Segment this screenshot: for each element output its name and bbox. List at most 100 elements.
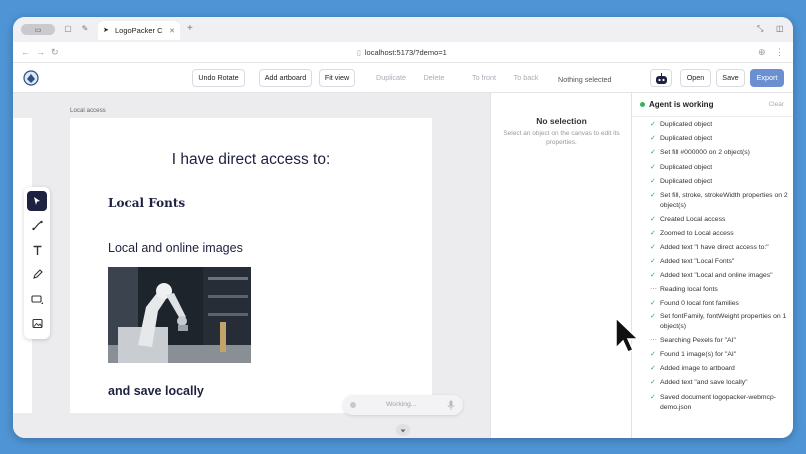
mouse-pointer-icon [615, 316, 640, 353]
reload-icon[interactable]: ↻ [51, 47, 59, 58]
undo-button[interactable]: Undo Rotate [192, 69, 245, 87]
text-icon [33, 245, 41, 255]
pen-tool[interactable] [27, 264, 47, 284]
robot-icon [655, 72, 667, 84]
image-icon [31, 318, 43, 328]
check-icon: ✓ [650, 244, 656, 251]
logopacker-logo-icon [23, 70, 39, 86]
microphone-icon[interactable] [447, 400, 455, 410]
export-button[interactable]: Export [750, 69, 784, 87]
close-tab-icon[interactable]: ✕ [169, 27, 175, 35]
select-tool[interactable] [27, 191, 47, 211]
agent-log-item: ✓ Found 1 image(s) for "AI" [650, 350, 788, 360]
check-icon: ✓ [650, 365, 656, 372]
pen-icon [32, 268, 43, 279]
scroll-down-button[interactable] [396, 424, 410, 436]
save-button[interactable]: Save [716, 69, 745, 87]
check-icon: ✓ [650, 149, 656, 156]
tab-title: LogoPacker C [115, 26, 163, 35]
url-text: localhost:5173/?demo=1 [364, 48, 447, 57]
agent-log-item: ✓ Added image to artboard [650, 364, 788, 374]
agent-log-text: Duplicated object [660, 178, 713, 185]
agent-log-text: Saved document logopacker-webmcp-demo.js… [660, 394, 776, 412]
more-menu-icon[interactable]: ⋮ [775, 47, 784, 58]
agent-log-text: Created Local access [660, 216, 726, 223]
agent-log-item: ✓ Set fill #000000 on 2 object(s) [650, 148, 788, 158]
agent-log-item: ✓ Created Local access [650, 215, 788, 225]
open-button[interactable]: Open [680, 69, 711, 87]
address-bar: ← → ↻ ▯ localhost:5173/?demo=1 ⊕ ⋮ [13, 42, 793, 63]
artboard-title-text[interactable]: I have direct access to: [70, 151, 432, 169]
tab-overview-icon[interactable]: ▢ [63, 24, 73, 34]
tab-logopacker[interactable]: ➤ LogoPacker C ✕ [98, 21, 180, 40]
agent-log-item: ✓ Duplicated object [650, 134, 788, 144]
path-icon [31, 220, 43, 230]
agent-log-item: ✓ Duplicated object [650, 120, 788, 130]
add-artboard-button[interactable]: Add artboard [259, 69, 312, 87]
agent-log-text: Reading local fonts [660, 286, 718, 293]
text-tool[interactable] [27, 240, 47, 260]
robot-arm-photo[interactable] [108, 267, 251, 363]
rectangle-tool[interactable] [27, 289, 47, 309]
check-icon: ✓ [650, 230, 656, 237]
check-icon: ✓ [650, 394, 656, 401]
image-tool[interactable] [27, 313, 47, 333]
shrink-icon[interactable]: ⤡ [757, 24, 763, 34]
images-text[interactable]: Local and online images [108, 241, 243, 255]
in-progress-icon: ⋯ [650, 286, 657, 293]
design-canvas[interactable]: Local access I have direct access to: Lo… [13, 93, 490, 438]
agent-log-text: Added image to artboard [660, 365, 735, 372]
agent-log-text: Added text "I have direct access to:" [660, 244, 769, 251]
new-note-icon[interactable]: ✎ [80, 24, 90, 34]
new-tab-icon[interactable]: + [187, 23, 193, 34]
agent-log-item: ✓ Set fontFamily, fontWeight properties o… [650, 312, 788, 332]
app-toolbar: Undo Rotate Add artboard Fit view Duplic… [13, 63, 793, 93]
extensions-icon[interactable]: ⊕ [758, 47, 766, 58]
site-info-icon[interactable]: ▯ [357, 50, 361, 57]
properties-panel: No selection Select an object on the can… [490, 93, 631, 438]
robot-arm-image [108, 267, 251, 363]
save-locally-text[interactable]: and save locally [108, 384, 204, 398]
browser-window: ▭ ▢ ✎ ➤ LogoPacker C ✕ + ⤡ ◫ ← → ↻ ▯ loca… [13, 17, 793, 438]
agent-log-item: ✓ Duplicated object [650, 163, 788, 173]
forward-icon[interactable]: → [36, 47, 45, 57]
local-fonts-text[interactable]: Local Fonts [108, 196, 185, 210]
back-icon[interactable]: ← [21, 47, 30, 57]
agent-log-text: Added text "Local and online images" [660, 272, 773, 279]
tool-palette [24, 187, 50, 339]
path-tool[interactable] [27, 215, 47, 235]
artboard-label[interactable]: Local access [70, 107, 106, 114]
agent-log-item: ⋯ Searching Pexels for "AI" [650, 336, 788, 346]
agent-log-text: Added text "Local Fonts" [660, 258, 735, 265]
split-view-icon[interactable]: ◫ [776, 24, 784, 33]
to-back-button[interactable]: To back [507, 69, 545, 87]
check-icon: ✓ [650, 379, 656, 386]
artboard-local-access[interactable]: I have direct access to: Local Fonts Loc… [70, 118, 432, 413]
duplicate-button[interactable]: Duplicate [371, 69, 411, 87]
selection-status: Nothing selected [558, 75, 612, 84]
delete-button[interactable]: Delete [418, 69, 450, 87]
prompt-placeholder: Working... [386, 401, 417, 408]
check-icon: ✓ [650, 272, 656, 279]
clear-button[interactable]: Clear [768, 101, 784, 108]
agent-log-item: ✓ Added text "Local Fonts" [650, 257, 788, 267]
select-arrow-icon [34, 197, 40, 205]
agent-log-text: Zoomed to Local access [660, 230, 734, 237]
agent-log-text: Duplicated object [660, 135, 713, 142]
agent-prompt-bar[interactable]: Working... [343, 395, 463, 415]
rectangle-icon [31, 294, 43, 304]
url-field[interactable]: ▯ localhost:5173/?demo=1 [357, 48, 447, 57]
check-icon: ✓ [650, 164, 656, 171]
sidebar-toggle-icon[interactable]: ▭ [21, 24, 55, 35]
agent-title: Agent is working [649, 100, 714, 109]
agent-log-text: Set fontFamily, fontWeight properties on… [660, 313, 787, 331]
to-front-button[interactable]: To front [465, 69, 503, 87]
check-icon: ✓ [650, 121, 656, 128]
agent-log-text: Duplicated object [660, 121, 713, 128]
fit-view-button[interactable]: Fit view [319, 69, 355, 87]
in-progress-icon: ⋯ [650, 337, 657, 344]
agent-status-dot-icon [640, 102, 645, 107]
check-icon: ✓ [650, 313, 656, 320]
properties-hint: Select an object on the canvas to edit i… [503, 130, 620, 146]
agent-toggle-button[interactable] [650, 69, 672, 87]
